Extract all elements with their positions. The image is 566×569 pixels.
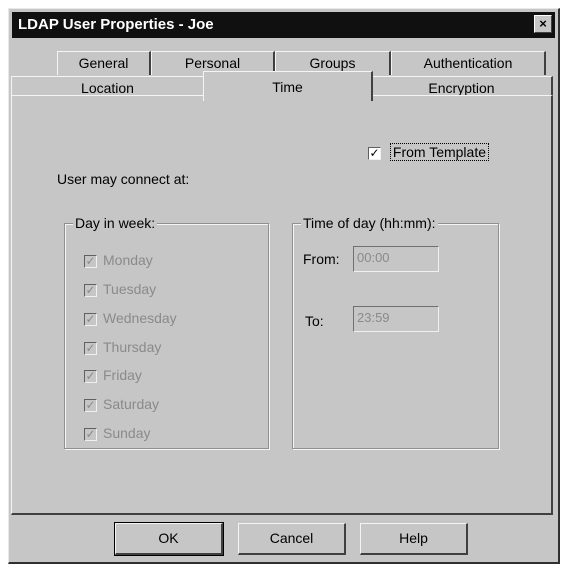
sunday-label: Sunday bbox=[103, 425, 151, 441]
tuesday-label: Tuesday bbox=[103, 281, 157, 297]
from-template-option[interactable]: ✓ From Template bbox=[368, 143, 489, 161]
ok-button[interactable]: OK bbox=[114, 522, 224, 556]
monday-label: Monday bbox=[103, 252, 153, 268]
friday-checkbox: ✓ bbox=[84, 368, 97, 383]
thursday-label: Thursday bbox=[103, 339, 162, 355]
day-tuesday: ✓ Tuesday bbox=[84, 281, 156, 297]
wednesday-checkbox: ✓ bbox=[84, 311, 97, 326]
day-wednesday: ✓ Wednesday bbox=[84, 310, 177, 326]
day-friday: ✓ Friday bbox=[84, 367, 142, 383]
title-bar[interactable]: LDAP User Properties - Joe × bbox=[12, 12, 555, 38]
sunday-checkbox: ✓ bbox=[84, 426, 97, 441]
wednesday-label: Wednesday bbox=[103, 310, 177, 326]
day-thursday: ✓ Thursday bbox=[84, 339, 161, 355]
tab-general[interactable]: General bbox=[57, 51, 151, 75]
day-saturday: ✓ Saturday bbox=[84, 396, 159, 412]
from-template-checkbox[interactable]: ✓ bbox=[368, 146, 381, 160]
tab-authentication[interactable]: Authentication bbox=[391, 51, 546, 75]
monday-checkbox: ✓ bbox=[84, 253, 97, 268]
saturday-label: Saturday bbox=[103, 396, 160, 412]
day-monday: ✓ Monday bbox=[84, 252, 153, 268]
close-button[interactable]: × bbox=[534, 15, 552, 33]
thursday-checkbox: ✓ bbox=[84, 340, 97, 355]
connect-intro-text: User may connect at: bbox=[57, 171, 190, 187]
to-time-label: To: bbox=[305, 313, 324, 329]
tab-time[interactable]: Time bbox=[203, 71, 373, 101]
cancel-button[interactable]: Cancel bbox=[238, 523, 346, 555]
time-of-day-legend: Time of day (hh:mm): bbox=[301, 215, 438, 231]
from-time-label: From: bbox=[303, 251, 340, 267]
to-time-field[interactable]: 23:59 bbox=[353, 306, 439, 332]
from-time-field[interactable]: 00:00 bbox=[353, 246, 439, 272]
help-button[interactable]: Help bbox=[360, 523, 468, 555]
friday-label: Friday bbox=[103, 367, 142, 383]
from-template-label: From Template bbox=[389, 143, 489, 161]
day-sunday: ✓ Sunday bbox=[84, 425, 150, 441]
saturday-checkbox: ✓ bbox=[84, 397, 97, 412]
tuesday-checkbox: ✓ bbox=[84, 282, 97, 297]
window-title: LDAP User Properties - Joe bbox=[18, 16, 214, 33]
day-in-week-legend: Day in week: bbox=[73, 215, 158, 231]
